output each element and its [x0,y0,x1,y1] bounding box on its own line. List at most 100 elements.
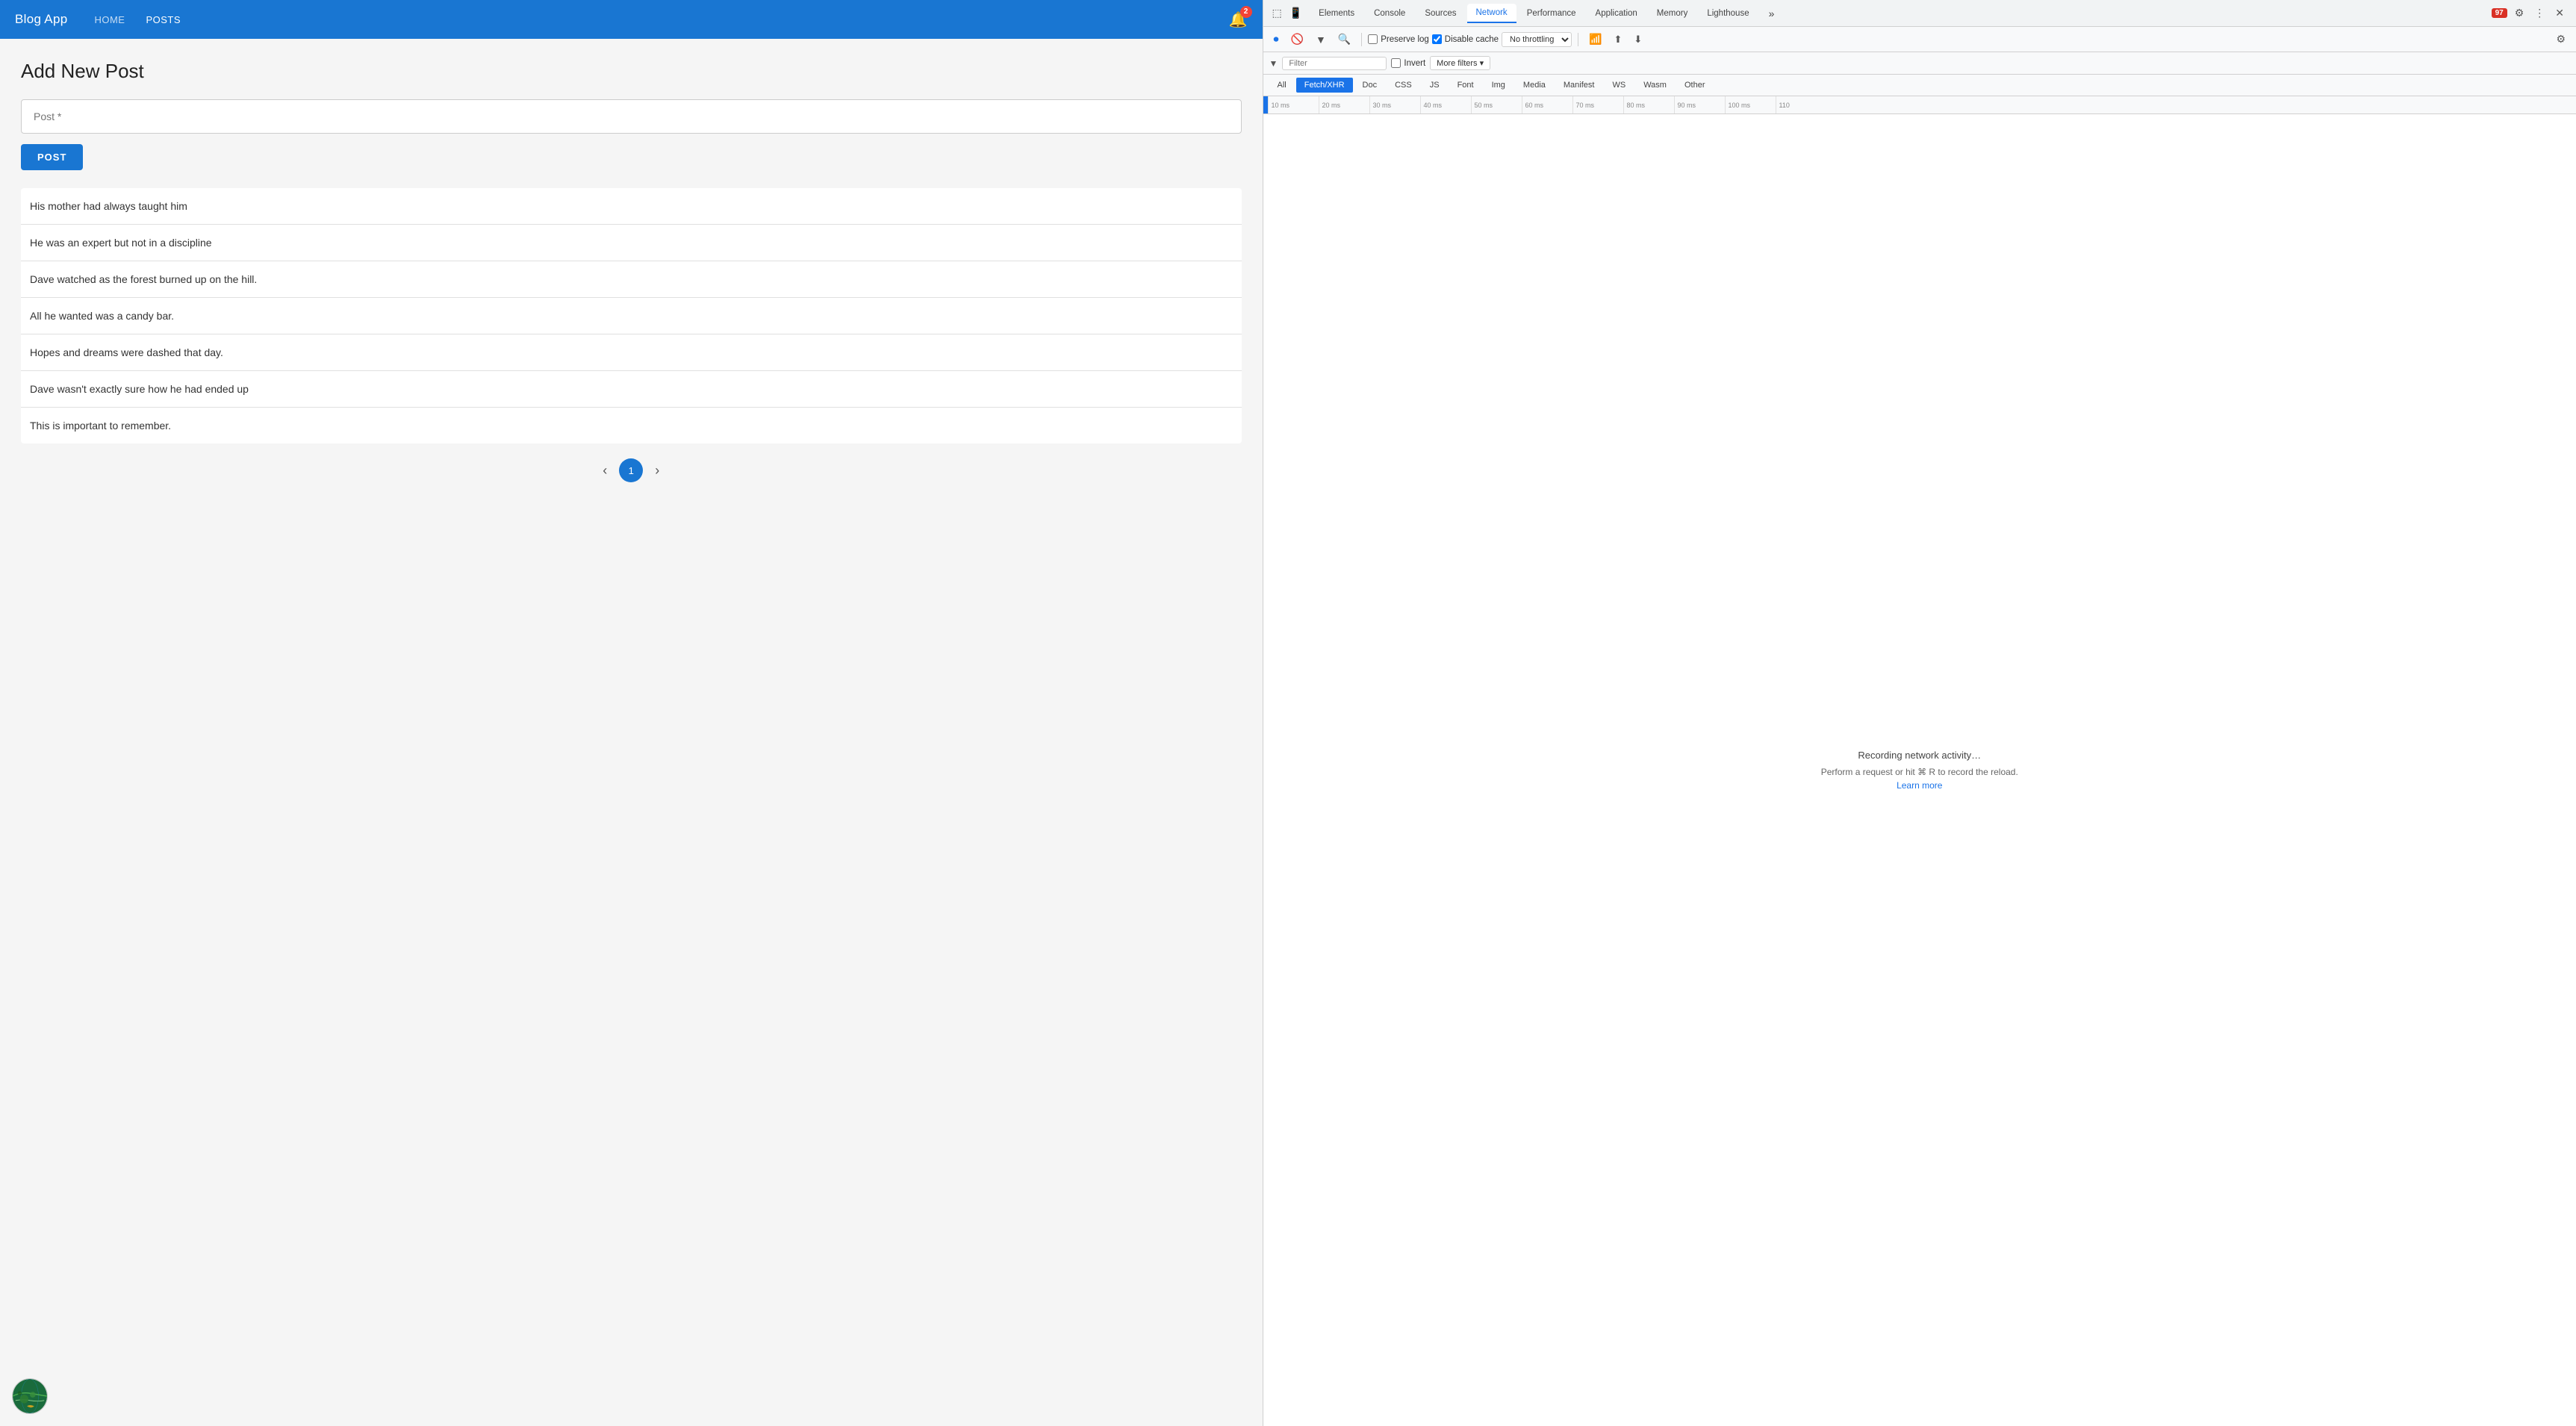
tab-memory[interactable]: Memory [1648,4,1697,22]
invert-checkbox[interactable] [1391,58,1401,68]
next-page-button[interactable]: › [649,460,665,482]
list-item: Hopes and dreams were dashed that day. [21,334,1242,371]
nav-links: HOME POSTS [85,10,1210,30]
filter-input[interactable] [1282,57,1387,70]
invert-label[interactable]: Invert [1391,58,1425,68]
type-tab-js[interactable]: JS [1422,78,1448,93]
devtools-right-controls: 97 ⚙ ⋮ ✕ [2492,5,2573,21]
timeline-tick: 60 ms [1522,96,1572,113]
toolbar-separator-1 [1361,33,1362,46]
list-item: He was an expert but not in a discipline [21,225,1242,261]
wifi-icon: 📶 [1589,33,1602,46]
type-tab-fetch-xhr[interactable]: Fetch/XHR [1296,78,1353,93]
upload-icon: ⬆ [1614,34,1622,46]
current-page: 1 [619,458,643,482]
timeline-tick: 30 ms [1369,96,1420,113]
timeline-tick: 20 ms [1319,96,1369,113]
inspect-icon[interactable]: ⬚ [1272,7,1282,19]
close-devtools-button[interactable]: ✕ [2552,5,2567,21]
post-input[interactable] [21,99,1242,134]
timeline-tick: 110 [1776,96,1826,113]
app-content: Add New Post POST His mother had always … [0,39,1263,518]
timeline-tick: 50 ms [1471,96,1522,113]
post-form: POST [21,99,1242,170]
filter-icon: ▼ [1269,58,1278,69]
upload-button[interactable]: ⬆ [1609,31,1626,48]
type-tab-ws[interactable]: WS [1604,78,1634,93]
more-options-button[interactable]: ⋮ [2531,5,2548,21]
globe-icon [12,1378,48,1414]
list-item: Dave watched as the forest burned up on … [21,261,1242,298]
tab-elements[interactable]: Elements [1310,4,1363,22]
type-tab-wasm[interactable]: Wasm [1635,78,1675,93]
type-tab-css[interactable]: CSS [1387,78,1420,93]
wifi-button[interactable]: 📶 [1584,31,1606,48]
app-title: Blog App [15,12,67,27]
filter-bar: ▼ Invert More filters ▾ [1263,52,2576,75]
type-tab-font[interactable]: Font [1449,78,1482,93]
learn-more-link[interactable]: Learn more [1897,780,1942,791]
search-button[interactable]: 🔍 [1334,31,1355,48]
devtools-icon-row: ⬚ 📱 [1266,7,1309,19]
posts-list: His mother had always taught himHe was a… [21,188,1242,443]
devtools-tab-bar: ⬚ 📱 Elements Console Sources Network Per… [1263,0,2576,27]
type-tabs: AllFetch/XHRDocCSSJSFontImgMediaManifest… [1263,75,2576,96]
timeline-tick: 40 ms [1420,96,1471,113]
tab-more[interactable]: » [1760,3,1784,24]
nav-home[interactable]: HOME [85,10,134,30]
devtools-toolbar: ⏺ 🚫 ▼ 🔍 Preserve log Disable cache No th… [1263,27,2576,52]
notification-bell[interactable]: 🔔 2 [1229,10,1248,29]
tab-network[interactable]: Network [1467,4,1516,23]
disable-cache-text: Disable cache [1445,35,1499,44]
tab-sources[interactable]: Sources [1416,4,1465,22]
type-tab-img[interactable]: Img [1484,78,1513,93]
timeline-tick: 100 ms [1725,96,1776,113]
nav-posts[interactable]: POSTS [137,10,190,30]
download-button[interactable]: ⬇ [1629,31,1646,48]
clear-button[interactable]: 🚫 [1287,31,1308,48]
recording-line1: Recording network activity… [1858,750,1981,761]
list-item: His mother had always taught him [21,188,1242,225]
page-title: Add New Post [21,60,1242,83]
error-badge: 97 [2492,8,2507,18]
timeline-ticks-container: 10 ms20 ms30 ms40 ms50 ms60 ms70 ms80 ms… [1268,96,2576,113]
throttling-select[interactable]: No throttling Slow 3G Fast 3G [1502,32,1572,47]
timeline-ruler: 10 ms20 ms30 ms40 ms50 ms60 ms70 ms80 ms… [1263,96,2576,114]
settings-button[interactable]: ⚙ [2512,5,2527,21]
tab-console[interactable]: Console [1365,4,1414,22]
recording-line2: Perform a request or hit ⌘ R to record t… [1821,767,2018,777]
filter-toggle-button[interactable]: ▼ [1311,31,1331,48]
download-icon: ⬇ [1634,34,1642,46]
devtools-panel: ⬚ 📱 Elements Console Sources Network Per… [1263,0,2576,1426]
preserve-log-label[interactable]: Preserve log [1368,34,1429,44]
timeline-tick: 80 ms [1623,96,1674,113]
disable-cache-label[interactable]: Disable cache [1432,34,1499,44]
disable-cache-checkbox[interactable] [1432,34,1442,44]
preserve-log-checkbox[interactable] [1368,34,1378,44]
tab-lighthouse[interactable]: Lighthouse [1698,4,1758,22]
devtools-settings-button[interactable]: ⚙ [2551,31,2570,48]
timeline-tick: 70 ms [1572,96,1623,113]
notification-badge: 2 [1240,6,1252,18]
post-submit-button[interactable]: POST [21,144,83,170]
tab-performance[interactable]: Performance [1518,4,1585,22]
invert-text: Invert [1404,59,1425,68]
type-tab-doc[interactable]: Doc [1354,78,1386,93]
timeline-tick: 10 ms [1268,96,1319,113]
list-item: Dave wasn't exactly sure how he had ende… [21,371,1242,408]
prev-page-button[interactable]: ‹ [597,460,613,482]
more-filters-button[interactable]: More filters ▾ [1430,56,1490,70]
timeline-tick: 90 ms [1674,96,1725,113]
devtools-content: Recording network activity… Perform a re… [1263,114,2576,1426]
tab-application[interactable]: Application [1587,4,1646,22]
list-item: This is important to remember. [21,408,1242,443]
preserve-log-text: Preserve log [1381,35,1429,44]
type-tab-other[interactable]: Other [1676,78,1714,93]
type-tab-manifest[interactable]: Manifest [1555,78,1603,93]
type-tab-all[interactable]: All [1269,78,1295,93]
device-icon[interactable]: 📱 [1289,7,1302,19]
type-tab-media[interactable]: Media [1515,78,1554,93]
pagination: ‹ 1 › [21,443,1242,497]
app-nav: Blog App HOME POSTS 🔔 2 [0,0,1263,39]
record-button[interactable]: ⏺ [1269,31,1284,48]
